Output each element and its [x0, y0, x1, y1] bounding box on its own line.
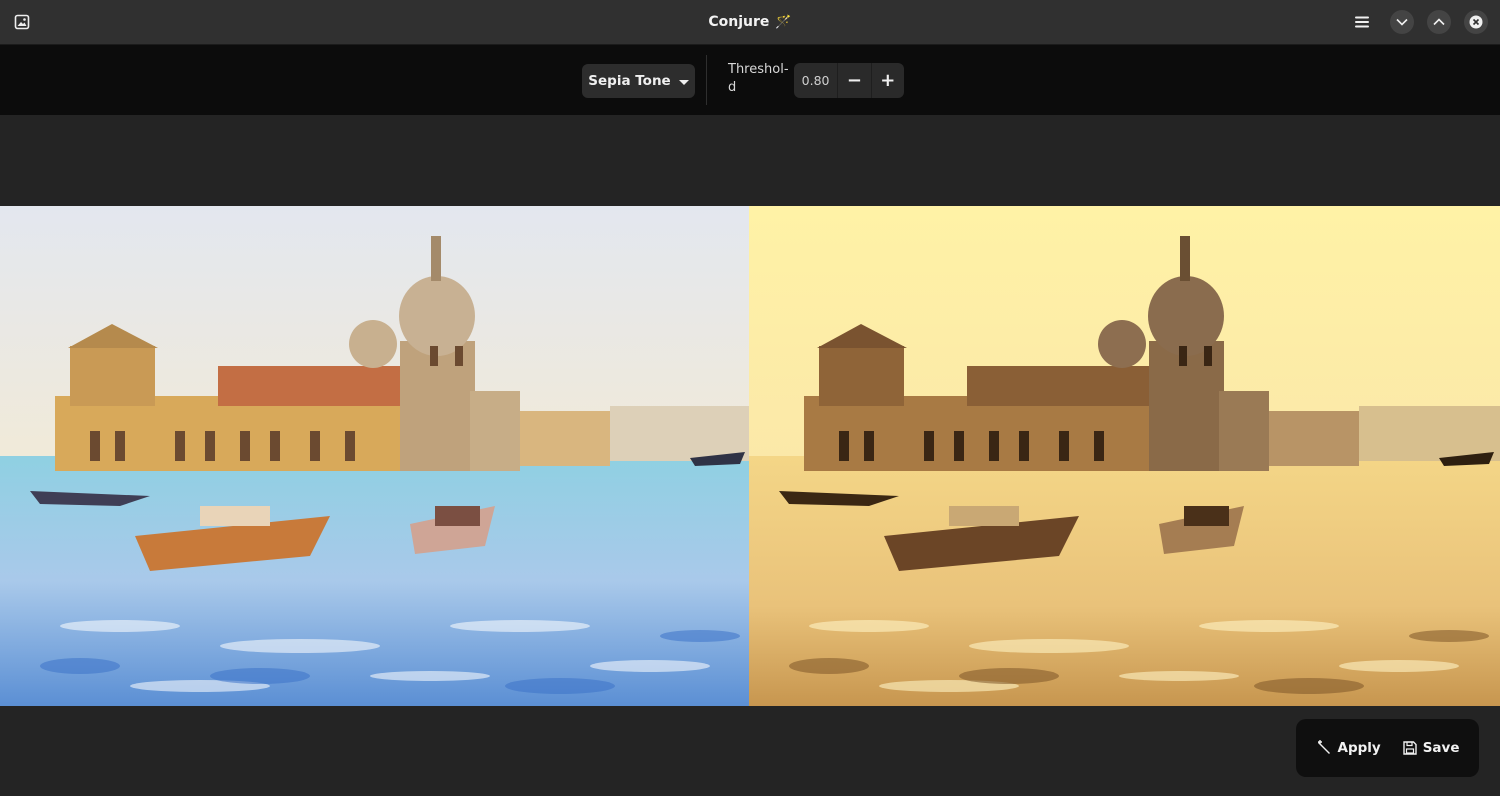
- threshold-label: Threshol- d: [728, 62, 789, 95]
- close-icon: [1469, 15, 1483, 29]
- main-menu-button[interactable]: [1350, 10, 1374, 34]
- threshold-decrement-button[interactable]: −: [837, 63, 870, 98]
- chevron-down-icon: [1396, 18, 1408, 26]
- maximize-button[interactable]: [1427, 10, 1451, 34]
- window-title: Conjure 🪄: [0, 0, 1500, 44]
- magic-wand-emoji-icon: 🪄: [775, 14, 792, 30]
- chevron-up-icon: [1433, 18, 1445, 26]
- magic-wand-icon: [1317, 740, 1330, 754]
- save-button-label: Save: [1422, 740, 1460, 756]
- minimize-button[interactable]: [1390, 10, 1414, 34]
- toolbar-separator: [706, 55, 707, 105]
- filter-dropdown-label: Sepia Tone: [588, 73, 671, 89]
- hamburger-menu-icon: [1355, 16, 1369, 28]
- apply-button[interactable]: Apply: [1316, 740, 1381, 756]
- sepia-preview-image: [749, 206, 1500, 706]
- close-window-button[interactable]: [1464, 10, 1488, 34]
- threshold-spinbutton[interactable]: 0.80 − +: [794, 63, 904, 98]
- filter-toolbar: Sepia Tone Threshol- d 0.80 − +: [0, 45, 1500, 115]
- window-title-text: Conjure: [708, 14, 770, 30]
- threshold-increment-button[interactable]: +: [870, 63, 904, 98]
- filter-dropdown[interactable]: Sepia Tone: [582, 64, 695, 98]
- threshold-value-input[interactable]: 0.80: [794, 63, 837, 98]
- action-panel: Apply Save: [1296, 719, 1479, 777]
- original-image: [0, 206, 749, 706]
- image-canvas-area: [0, 115, 1500, 796]
- dropdown-arrow-icon: [678, 79, 689, 85]
- header-bar: Conjure 🪄: [0, 0, 1500, 45]
- apply-button-label: Apply: [1337, 740, 1381, 756]
- save-button[interactable]: Save: [1403, 740, 1460, 756]
- floppy-disk-icon: [1403, 741, 1417, 755]
